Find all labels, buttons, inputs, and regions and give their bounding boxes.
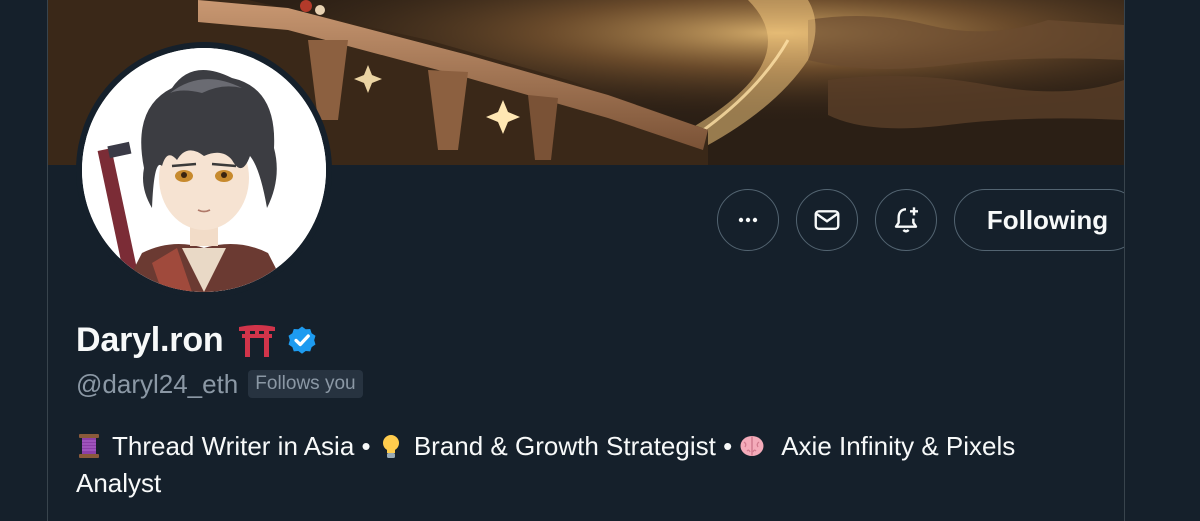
following-button-label: Following bbox=[986, 204, 1109, 235]
bio-segment-1: Thread Writer in Asia • bbox=[112, 431, 378, 461]
light-bulb-icon bbox=[378, 432, 404, 458]
verified-badge-icon[interactable] bbox=[285, 323, 319, 357]
more-options-button[interactable] bbox=[717, 189, 779, 251]
profile-avatar[interactable] bbox=[76, 42, 332, 298]
display-name: Daryl.ron bbox=[76, 320, 224, 359]
avatar-image bbox=[82, 48, 326, 292]
page-background-right bbox=[1124, 0, 1200, 521]
message-button[interactable] bbox=[796, 189, 858, 251]
bell-plus-icon bbox=[894, 207, 918, 233]
bio-segment-2: Brand & Growth Strategist • bbox=[413, 431, 740, 461]
page-background-left bbox=[0, 0, 47, 521]
profile-name-row: Daryl.ron bbox=[76, 318, 319, 362]
follows-you-badge: Follows you bbox=[248, 370, 363, 398]
profile-bio: Thread Writer in Asia • Brand & Growth S… bbox=[76, 428, 1096, 502]
more-dots-icon bbox=[738, 217, 758, 223]
profile-handle-row: @daryl24_eth Follows you bbox=[76, 366, 363, 402]
envelope-icon bbox=[814, 210, 840, 230]
profile-handle: @daryl24_eth bbox=[76, 368, 239, 399]
thread-spool-icon bbox=[76, 432, 102, 458]
following-button[interactable]: Following bbox=[954, 189, 1124, 251]
brain-icon bbox=[739, 432, 765, 458]
notifications-subscribe-button[interactable] bbox=[875, 189, 937, 251]
torii-gate-icon bbox=[237, 323, 277, 357]
